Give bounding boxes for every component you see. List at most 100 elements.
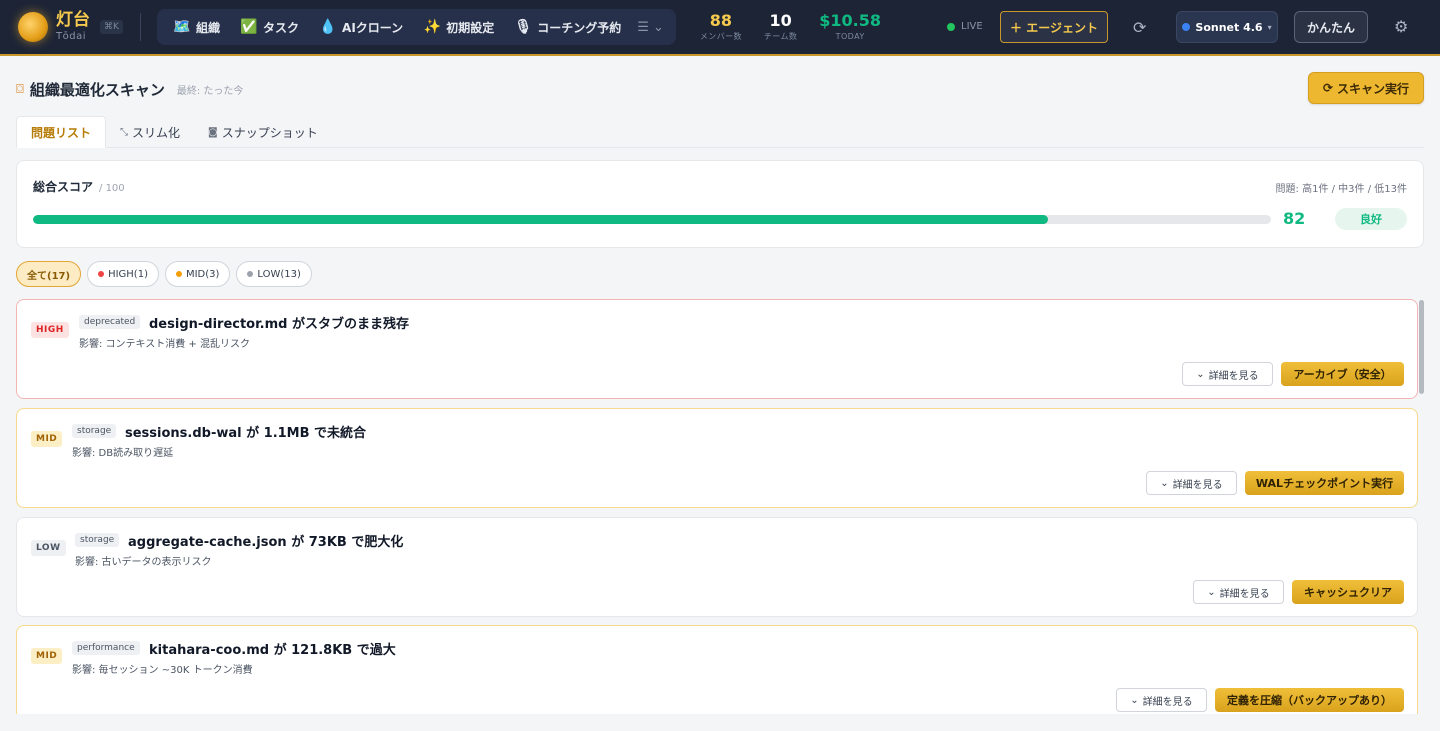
issue-title: sessions.db-wal が 1.1MB で未統合 (125, 426, 367, 441)
stat-label: チーム数 (763, 32, 798, 41)
stat-teams: 10 チーム数 (764, 13, 797, 41)
category-tag: storage (72, 424, 117, 438)
top-bar: 灯台 Tōdai ⌘K 🗺️ 組織 ✅ タスク 💧 AIクローン ✨ 初期設定 … (0, 0, 1440, 56)
tab-snapshot[interactable]: ◙ スナップショット (194, 116, 332, 148)
live-label: LIVE (961, 21, 983, 32)
chevron-down-icon: ▾ (1267, 22, 1272, 32)
issue-card: MID storage sessions.db-wal が 1.1MB で未統合… (16, 408, 1418, 508)
gear-icon[interactable]: ⚙ (1394, 17, 1408, 36)
details-label: 詳細を見る (1219, 588, 1270, 600)
view-details-button[interactable]: ⌄ 詳細を見る (1146, 471, 1237, 495)
brand-logo[interactable]: 灯台 Tōdai ⌘K (18, 12, 140, 42)
details-label: 詳細を見る (1172, 479, 1223, 491)
nav-item-ai-clone[interactable]: 💧 AIクローン (309, 13, 413, 41)
add-agent-button[interactable]: ＋ エージェント (1000, 11, 1108, 43)
filter-label: 全て(17) (27, 270, 71, 282)
stat-value: 10 (769, 11, 792, 30)
filter-low[interactable]: LOW(13) (236, 261, 312, 287)
details-label: 詳細を見る (1142, 696, 1193, 708)
wal-checkpoint-button[interactable]: WALチェックポイント実行 (1245, 471, 1404, 495)
tab-bar: 問題リスト ⤡ スリム化 ◙ スナップショット (16, 116, 1424, 148)
overall-score-card: 総合スコア / 100 問題: 高1件 / 中3件 / 低13件 82 良好 (16, 160, 1424, 248)
refresh-icon[interactable]: ⟳ (1133, 18, 1146, 37)
check-icon: ✅ (240, 19, 258, 35)
header-stats: 88 メンバー数 10 チーム数 $10.58 TODAY (700, 13, 881, 41)
issue-impact: 影響: DB読み取り遅延 (72, 448, 174, 459)
view-details-button[interactable]: ⌄ 詳細を見る (1116, 688, 1207, 712)
filter-label: LOW(13) (257, 268, 301, 280)
filter-high[interactable]: HIGH(1) (87, 261, 159, 287)
stat-members: 88 メンバー数 (700, 13, 742, 41)
severity-badge: MID (31, 431, 63, 447)
nav-label: AIクローン (342, 20, 404, 35)
issue-list-scrollbar[interactable] (1419, 300, 1424, 394)
tab-slim[interactable]: ⤡ スリム化 (106, 116, 194, 148)
gray-dot-icon (247, 271, 254, 277)
nav-label: タスク (263, 20, 300, 35)
severity-badge: LOW (31, 540, 66, 556)
issue-card: HIGH deprecated design-director.md がスタブの… (16, 299, 1418, 399)
model-selector[interactable]: Sonnet 4.6 ▾ (1176, 11, 1278, 43)
menu-chevron-icon[interactable]: ☰ ⌄ (631, 20, 670, 35)
nav-label: 初期設定 (446, 20, 495, 35)
issue-card: MID performance kitahara-coo.md が 121.8K… (16, 625, 1418, 714)
filter-label: MID(3) (185, 268, 220, 280)
page-header: ⌼ 組織最適化スキャン 最終: たった今 ⟳ スキャン実行 (16, 72, 1424, 106)
map-icon: 🗺️ (173, 19, 191, 35)
scan-icon: ⌼ (16, 81, 24, 97)
droplet-icon: 💧 (319, 19, 337, 35)
nav-item-coaching[interactable]: 🎙 コーチング予約 (504, 13, 631, 41)
clear-cache-button[interactable]: キャッシュクリア (1292, 580, 1404, 604)
filter-all[interactable]: 全て(17) (16, 261, 82, 287)
run-scan-label: スキャン実行 (1337, 81, 1410, 96)
chevron-down-icon: ⌄ (1196, 368, 1205, 380)
view-details-button[interactable]: ⌄ 詳細を見る (1193, 580, 1284, 604)
severity-badge: HIGH (31, 322, 69, 338)
sparkles-icon: ✨ (423, 19, 441, 35)
score-value: 82 (1283, 209, 1306, 228)
details-label: 詳細を見る (1208, 370, 1259, 382)
stat-today-cost: $10.58 TODAY (819, 13, 881, 41)
category-tag: deprecated (79, 315, 141, 329)
sun-logo-icon (18, 12, 48, 42)
view-details-button[interactable]: ⌄ 詳細を見る (1182, 362, 1273, 386)
nav-item-tasks[interactable]: ✅ タスク (230, 13, 309, 41)
tab-label: スナップショット (221, 125, 318, 140)
run-scan-button[interactable]: ⟳ スキャン実行 (1308, 72, 1424, 104)
brand-name-en: Tōdai (56, 31, 86, 42)
stat-label: メンバー数 (699, 32, 742, 41)
chevron-down-icon: ⌄ (1207, 586, 1216, 598)
nav-item-initial-setup[interactable]: ✨ 初期設定 (413, 13, 504, 41)
model-status-dot-icon (1182, 23, 1191, 31)
live-indicator: LIVE (947, 21, 983, 32)
severity-badge: MID (31, 648, 63, 664)
refresh-icon: ⟳ (1322, 81, 1334, 95)
camera-icon: ◙ (208, 126, 218, 138)
red-dot-icon (98, 271, 105, 277)
issue-card: LOW storage aggregate-cache.json が 73KB … (16, 517, 1418, 617)
tab-issue-list[interactable]: 問題リスト (16, 116, 107, 148)
compress-definition-button[interactable]: 定義を圧縮（バックアップあり） (1215, 688, 1404, 712)
stat-value: 88 (709, 11, 733, 30)
easy-mode-button[interactable]: かんたん (1294, 11, 1368, 43)
filter-label: HIGH(1) (108, 268, 148, 280)
issue-title: design-director.md がスタブのまま残存 (149, 317, 409, 332)
issue-impact: 影響: コンテキスト消費 + 混乱リスク (79, 339, 250, 350)
microphone-icon: 🎙 (514, 19, 533, 35)
filter-mid[interactable]: MID(3) (164, 261, 231, 287)
nav-label: 組織 (196, 20, 221, 35)
issues-summary: 問題: 高1件 / 中3件 / 低13件 (1275, 184, 1407, 195)
archive-button[interactable]: アーカイブ（安全） (1281, 362, 1404, 386)
score-progress-fill (33, 215, 1049, 224)
command-shortcut-badge: ⌘K (100, 20, 123, 34)
last-scan-time: 最終: たった今 (176, 85, 244, 97)
category-tag: storage (75, 533, 120, 547)
score-heading: 総合スコア / 100 (33, 178, 125, 195)
compress-arrows-icon: ⤡ (120, 126, 129, 138)
tab-label: スリム化 (132, 125, 181, 140)
issue-list: HIGH deprecated design-director.md がスタブの… (16, 299, 1418, 714)
score-progress-bar (33, 215, 1271, 224)
nav-item-organization[interactable]: 🗺️ 組織 (163, 13, 230, 41)
issue-impact: 影響: 毎セッション ~30K トークン消費 (72, 665, 253, 676)
issue-title: kitahara-coo.md が 121.8KB で過大 (149, 643, 396, 658)
